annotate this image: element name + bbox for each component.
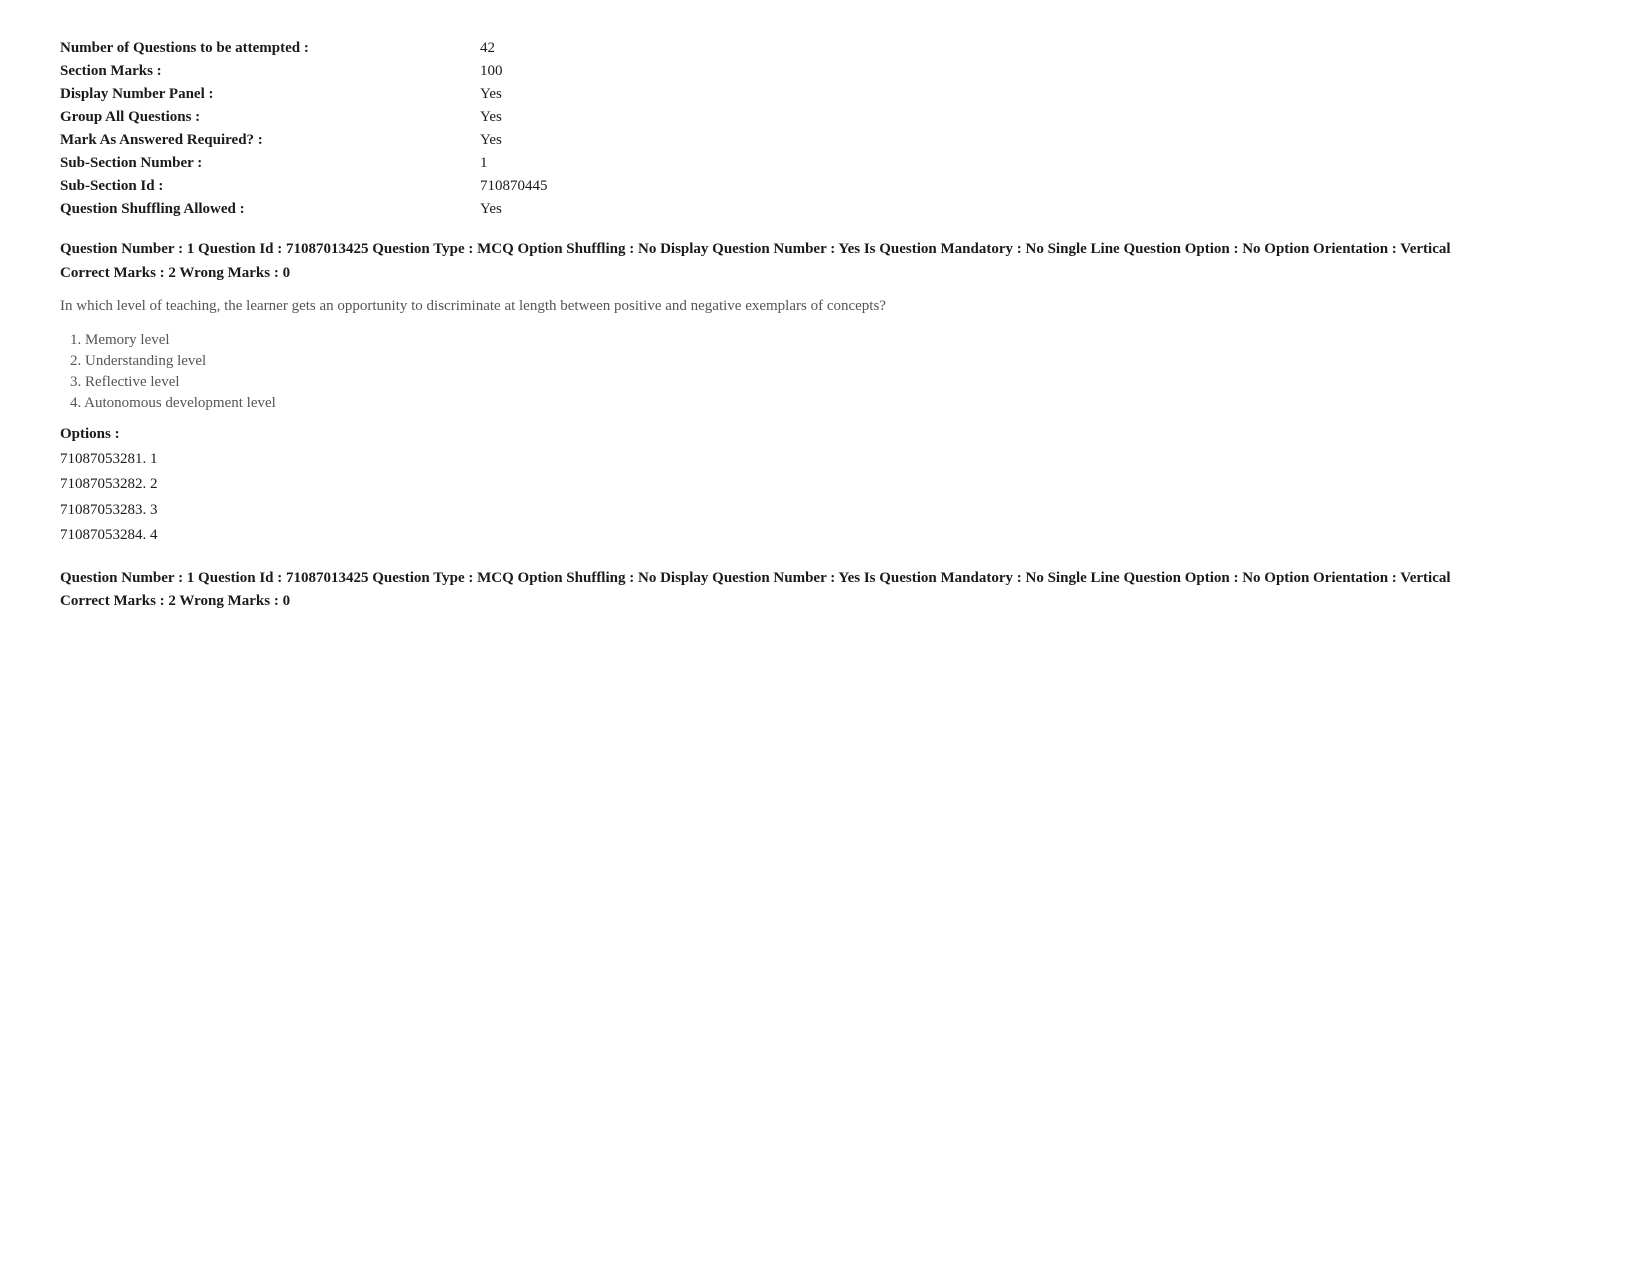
option-id: 71087053282. 2 [60, 472, 1590, 498]
info-value: 42 [480, 40, 680, 57]
info-label: Display Number Panel : [60, 86, 480, 103]
info-label: Group All Questions : [60, 109, 480, 126]
question-meta: Question Number : 1 Question Id : 710870… [60, 238, 1590, 261]
question-block: Question Number : 1 Question Id : 710870… [60, 567, 1590, 611]
option-id: 71087053283. 3 [60, 498, 1590, 524]
question-marks: Correct Marks : 2 Wrong Marks : 0 [60, 265, 1590, 282]
info-label: Question Shuffling Allowed : [60, 201, 480, 218]
info-table: Number of Questions to be attempted :42S… [60, 40, 1590, 218]
info-value: 100 [480, 63, 680, 80]
questions-container: Question Number : 1 Question Id : 710870… [60, 238, 1590, 610]
info-value: Yes [480, 86, 680, 103]
info-label: Number of Questions to be attempted : [60, 40, 480, 57]
options-ids: 71087053281. 171087053282. 271087053283.… [60, 447, 1590, 549]
options-label: Options : [60, 426, 1590, 443]
info-row: Question Shuffling Allowed :Yes [60, 201, 1590, 218]
info-value: 710870445 [480, 178, 680, 195]
info-label: Sub-Section Number : [60, 155, 480, 172]
info-label: Section Marks : [60, 63, 480, 80]
list-item: 4. Autonomous development level [70, 395, 1590, 412]
list-item: 3. Reflective level [70, 374, 1590, 391]
info-value: 1 [480, 155, 680, 172]
info-row: Section Marks :100 [60, 63, 1590, 80]
info-value: Yes [480, 109, 680, 126]
question-meta: Question Number : 1 Question Id : 710870… [60, 567, 1590, 590]
question-block: Question Number : 1 Question Id : 710870… [60, 238, 1590, 549]
info-row: Mark As Answered Required? :Yes [60, 132, 1590, 149]
list-item: 1. Memory level [70, 332, 1590, 349]
info-row: Sub-Section Number :1 [60, 155, 1590, 172]
options-list: 1. Memory level 2. Understanding level 3. … [60, 332, 1590, 412]
info-row: Group All Questions :Yes [60, 109, 1590, 126]
question-marks: Correct Marks : 2 Wrong Marks : 0 [60, 593, 1590, 610]
option-id: 71087053281. 1 [60, 447, 1590, 473]
info-value: Yes [480, 201, 680, 218]
info-row: Sub-Section Id :710870445 [60, 178, 1590, 195]
option-id: 71087053284. 4 [60, 523, 1590, 549]
info-value: Yes [480, 132, 680, 149]
list-item: 2. Understanding level [70, 353, 1590, 370]
question-text: In which level of teaching, the learner … [60, 294, 1590, 318]
info-label: Mark As Answered Required? : [60, 132, 480, 149]
info-row: Number of Questions to be attempted :42 [60, 40, 1590, 57]
info-row: Display Number Panel :Yes [60, 86, 1590, 103]
info-label: Sub-Section Id : [60, 178, 480, 195]
